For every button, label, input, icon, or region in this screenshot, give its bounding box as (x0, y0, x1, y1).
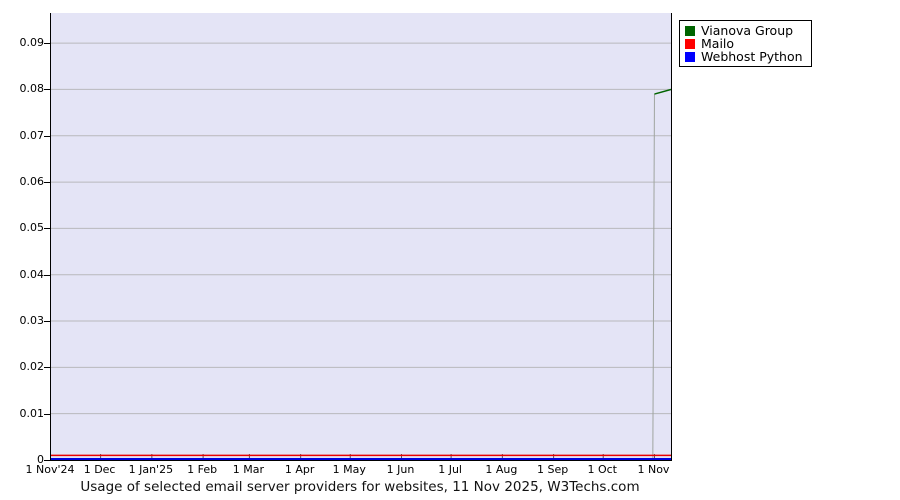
x-tick-label: 1 Feb (187, 463, 218, 476)
y-tick-mark (44, 228, 50, 229)
y-tick-mark (44, 43, 50, 44)
y-tick-label: 0.08 (19, 82, 45, 96)
legend-swatch-icon (685, 25, 695, 36)
x-tick-label: 1 Apr (284, 463, 315, 476)
y-tick-mark (44, 136, 50, 137)
y-tick-label: 0.09 (19, 36, 45, 50)
y-tick-label: 0.04 (19, 267, 45, 281)
x-tick-label: 1 Jan'25 (128, 463, 174, 476)
chart-canvas: 0 0.01 0.02 0.03 0.04 0.05 0.06 0.07 0.08 0.09 1 … (0, 0, 900, 500)
plot-svg (51, 42, 671, 460)
y-tick-label: 0.03 (19, 314, 45, 328)
plot-area (50, 13, 672, 461)
y-tick-mark (44, 414, 50, 415)
x-tick-label: 1 Dec (83, 463, 116, 476)
legend-swatch-icon (685, 38, 695, 49)
legend: Vianova Group Mailo Webhost Python (679, 20, 812, 67)
legend-swatch-icon (685, 51, 695, 62)
legend-label: Webhost Python (701, 49, 803, 64)
x-tick-label: 1 Mar (232, 463, 265, 476)
y-tick-mark (44, 321, 50, 322)
y-tick-mark (44, 182, 50, 183)
series-line-vianova-group (654, 88, 671, 95)
y-tick-label: 0.01 (19, 406, 45, 420)
y-tick-mark (44, 367, 50, 368)
series-line-vianova-group (652, 94, 655, 460)
y-tick-label: 0.02 (19, 360, 45, 374)
x-tick-label: 1 May (332, 463, 366, 476)
y-tick-label: 0.05 (19, 221, 45, 235)
x-tick-label: 1 Sep (536, 463, 569, 476)
x-tick-label: 1 Nov (637, 463, 670, 476)
x-tick-label: 1 Nov'24 (25, 463, 75, 476)
x-tick-label: 1 Oct (587, 463, 617, 476)
y-tick-label: 0.07 (19, 128, 45, 142)
y-tick-label: 0.06 (19, 175, 45, 189)
y-tick-mark (44, 89, 50, 90)
x-tick-label: 1 Aug (485, 463, 518, 476)
x-tick-label: 1 Jul (438, 463, 462, 476)
y-tick-mark (44, 275, 50, 276)
y-tick-mark (44, 460, 50, 461)
legend-item: Webhost Python (685, 50, 803, 63)
chart-title: Usage of selected email server providers… (80, 479, 640, 495)
x-tick-label: 1 Jun (386, 463, 415, 476)
